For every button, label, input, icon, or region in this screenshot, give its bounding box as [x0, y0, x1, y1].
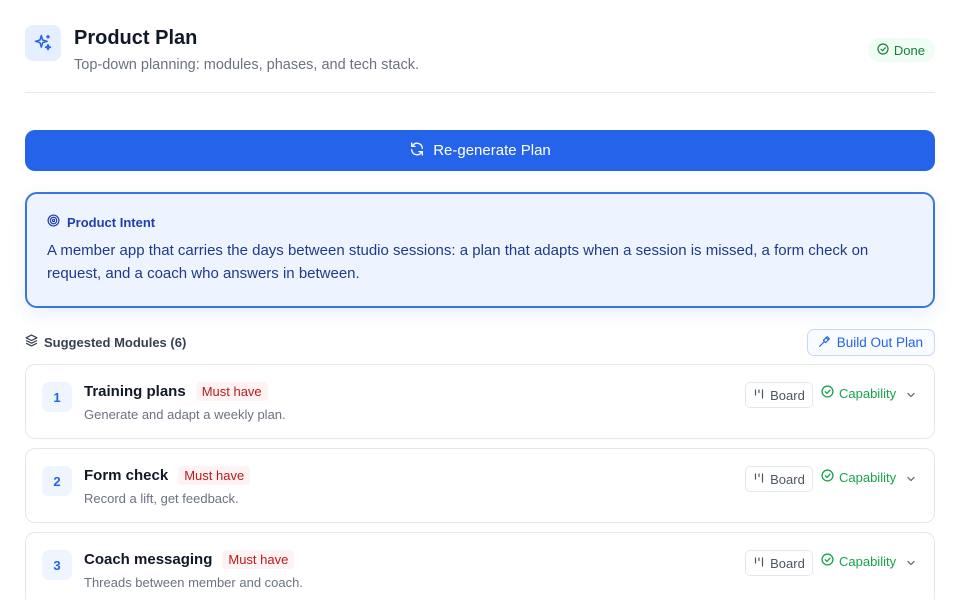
layers-icon [25, 334, 38, 350]
module-card[interactable]: 3 Coach messaging Must have Threads betw… [25, 532, 935, 600]
regenerate-plan-button[interactable]: Re-generate Plan [25, 130, 935, 171]
kanban-icon [753, 472, 765, 487]
module-type-label: Capability [839, 469, 897, 485]
check-circle-icon [821, 553, 834, 569]
regenerate-plan-label: Re-generate Plan [433, 142, 551, 159]
chevron-down-icon[interactable] [904, 472, 918, 486]
module-type-label: Capability [839, 553, 897, 569]
page-header: Product Plan Top-down planning: modules,… [25, 0, 935, 93]
module-number: 1 [42, 382, 72, 412]
product-intent-text: A member app that carries the days betwe… [47, 242, 869, 282]
suggested-modules-heading: Suggested Modules (6) [25, 334, 186, 350]
module-card[interactable]: 2 Form check Must have Record a lift, ge… [25, 448, 935, 523]
product-intent-label: Product Intent [67, 214, 156, 230]
module-type-badge: Capability [821, 469, 896, 485]
module-card[interactable]: 1 Training plans Must have Generate and … [25, 364, 935, 439]
kanban-icon [753, 556, 765, 571]
module-title-text: Form check [84, 467, 169, 484]
priority-badge: Must have [195, 382, 268, 401]
module-title: Form check Must have [84, 466, 251, 485]
chevron-down-icon[interactable] [904, 556, 918, 570]
module-description: Threads between member and coach. [84, 575, 303, 590]
chevron-down-icon[interactable] [904, 388, 918, 402]
status-label: Done [893, 42, 925, 58]
board-label: Board [770, 471, 805, 487]
suggested-modules-label: Suggested Modules (6) [44, 334, 187, 350]
module-number: 2 [42, 466, 72, 496]
product-intent-heading: Product Intent [47, 214, 913, 230]
module-title-text: Training plans [84, 383, 186, 400]
board-label: Board [770, 555, 805, 571]
module-title-text: Coach messaging [84, 551, 213, 568]
module-type-label: Capability [839, 385, 897, 401]
board-label: Board [770, 387, 805, 403]
module-type-badge: Capability [821, 553, 896, 569]
hammer-icon [818, 335, 831, 351]
sparkles-icon [25, 25, 61, 61]
product-plan-page: Product Plan Top-down planning: modules,… [0, 0, 960, 600]
check-circle-icon [821, 469, 834, 485]
module-type-badge: Capability [821, 385, 896, 401]
refresh-icon [409, 141, 425, 161]
module-description: Generate and adapt a weekly plan. [84, 407, 286, 422]
module-description: Record a lift, get feedback. [84, 491, 239, 506]
target-icon [47, 214, 60, 230]
priority-badge: Must have [178, 466, 251, 485]
page-title: Product Plan [74, 27, 198, 49]
page-subtitle: Top-down planning: modules, phases, and … [74, 57, 419, 73]
board-button[interactable]: Board [745, 382, 813, 408]
product-intent-card: Product Intent A member app that carries… [25, 192, 935, 308]
kanban-icon [753, 388, 765, 403]
module-number: 3 [42, 550, 72, 580]
build-out-plan-label: Build Out Plan [836, 335, 923, 350]
priority-badge: Must have [222, 550, 295, 569]
board-button[interactable]: Board [745, 466, 813, 492]
board-button[interactable]: Board [745, 550, 813, 576]
check-circle-icon [877, 42, 889, 58]
build-out-plan-button[interactable]: Build Out Plan [806, 329, 935, 356]
check-circle-icon [821, 385, 834, 401]
status-badge: Done [867, 38, 935, 62]
module-title: Training plans Must have [84, 382, 268, 401]
module-title: Coach messaging Must have [84, 550, 295, 569]
